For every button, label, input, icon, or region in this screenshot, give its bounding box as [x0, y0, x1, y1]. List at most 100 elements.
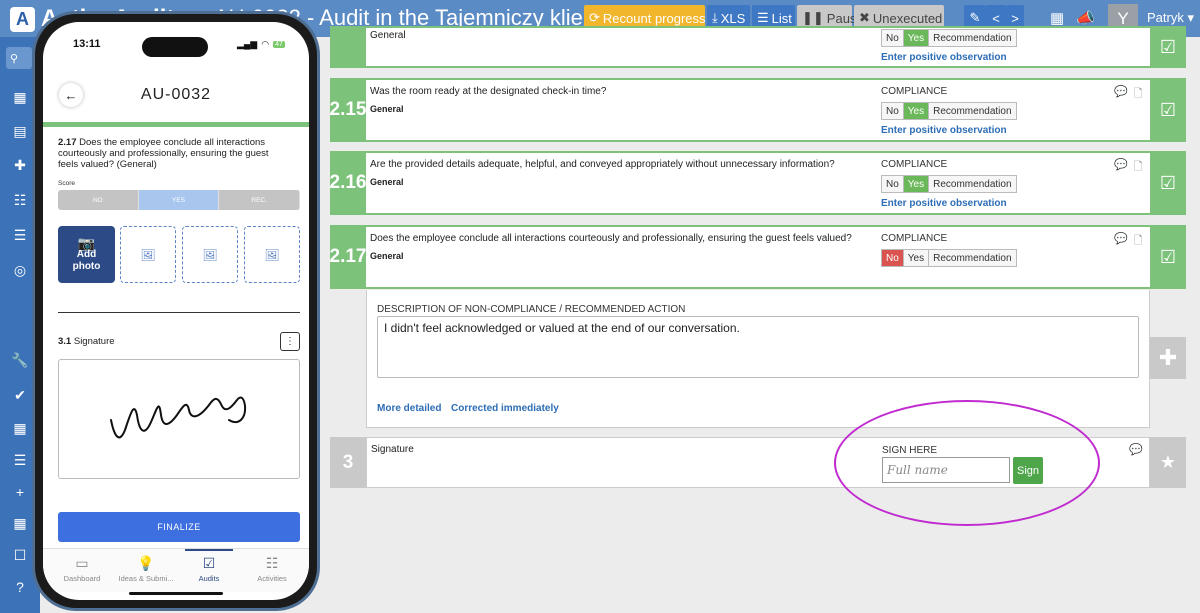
- close-icon: ✖: [859, 10, 870, 25]
- question-row-partial: General No Yes Recommendation Enter posi…: [330, 26, 1186, 68]
- status-icons: ▂▄▆ ◠ 47: [237, 39, 285, 50]
- megaphone-icon[interactable]: 📣: [1076, 9, 1095, 27]
- document-icon[interactable]: 🗋: [1134, 158, 1143, 177]
- option-yes[interactable]: Yes: [903, 30, 930, 46]
- phone-screen: 13:11 ▂▄▆ ◠ 47 ← AU-0032 2.17 Does the e…: [43, 22, 309, 600]
- question-section: General: [370, 177, 404, 187]
- comment-icon[interactable]: 💬: [1129, 443, 1143, 456]
- mobile-question: 2.17 Does the employee conclude all inte…: [58, 137, 288, 170]
- question-section: General: [370, 104, 404, 114]
- progress-bar: [43, 122, 309, 127]
- dashboard-icon: ▭: [75, 555, 89, 571]
- more-options-icon[interactable]: ⋮: [280, 332, 300, 351]
- question-row: 2.15 Was the room ready at the designate…: [330, 78, 1186, 142]
- option-no[interactable]: No: [882, 30, 904, 46]
- score-rec[interactable]: REC.: [219, 190, 300, 210]
- option-no[interactable]: No: [882, 176, 904, 192]
- option-no[interactable]: No: [882, 250, 904, 266]
- mobile-signature-label: 3.1 Signature: [58, 336, 115, 347]
- positive-observation-link[interactable]: Enter positive observation: [881, 52, 1007, 63]
- checkbox-icon: ☑: [202, 555, 216, 571]
- star-icon[interactable]: ★: [1150, 437, 1186, 488]
- checkbox-checked-icon[interactable]: ☑: [1150, 151, 1186, 215]
- option-yes[interactable]: Yes: [903, 250, 930, 266]
- score-yes[interactable]: YES: [138, 190, 220, 210]
- noncompliance-textarea[interactable]: I didn't feel acknowledged or valued at …: [377, 316, 1139, 378]
- divider: [58, 312, 300, 313]
- mobile-question-text: Does the employee conclude all interacti…: [58, 137, 269, 170]
- score-label: Score: [58, 180, 75, 187]
- question-section: General: [370, 251, 404, 261]
- option-no[interactable]: No: [882, 103, 904, 119]
- option-recommendation[interactable]: Recommendation: [929, 250, 1016, 266]
- refresh-icon: ⟳: [589, 10, 600, 25]
- noncompliance-label: DESCRIPTION OF NON-COMPLIANCE / RECOMMEN…: [377, 304, 686, 315]
- signature-pad[interactable]: [58, 359, 300, 479]
- image-icon: 🖼: [202, 247, 218, 262]
- question-text: Was the room ready at the designated che…: [370, 86, 607, 97]
- option-yes[interactable]: Yes: [903, 176, 930, 192]
- checkbox-checked-icon[interactable]: ☑: [1150, 26, 1186, 68]
- image-icon: 🖼: [140, 247, 156, 262]
- home-indicator: [129, 592, 223, 595]
- photo-slot[interactable]: 🖼: [244, 226, 300, 283]
- dynamic-island: [142, 37, 208, 57]
- question-number: 2.15: [330, 78, 367, 142]
- lightbulb-icon: 💡: [137, 555, 155, 571]
- camera-icon: 📷: [77, 234, 96, 251]
- status-time: 13:11: [73, 38, 101, 50]
- question-row: 2.17 Does the employee conclude all inte…: [330, 225, 1186, 289]
- tab-activities[interactable]: ☷ Activities: [239, 555, 305, 583]
- grid-icon[interactable]: ▦: [1050, 9, 1064, 27]
- option-recommendation[interactable]: Recommendation: [929, 103, 1016, 119]
- comment-icon[interactable]: 💬: [1114, 85, 1128, 104]
- option-yes[interactable]: Yes: [903, 103, 930, 119]
- sidebar-search[interactable]: ⚲: [6, 47, 32, 69]
- tab-ideas[interactable]: 💡 Ideas & Submi...: [113, 555, 179, 583]
- finalize-button[interactable]: FINALIZE: [58, 512, 300, 542]
- compliance-label: COMPLIANCE: [881, 233, 948, 244]
- mobile-tab-bar: ▭ Dashboard 💡 Ideas & Submi... ☑ Audits …: [43, 548, 309, 592]
- pencil-icon: ✎: [969, 10, 981, 25]
- user-menu[interactable]: Patryk ▾: [1147, 10, 1194, 26]
- question-card: General No Yes Recommendation Enter posi…: [366, 26, 1150, 68]
- question-number: 2.17: [330, 225, 367, 289]
- phone-frame: 13:11 ▂▄▆ ◠ 47 ← AU-0032 2.17 Does the e…: [32, 11, 320, 611]
- compliance-selector[interactable]: No Yes Recommendation: [881, 175, 1017, 193]
- photo-slot[interactable]: 🖼: [182, 226, 238, 283]
- document-icon[interactable]: 🗋: [1134, 232, 1143, 251]
- more-detailed-link[interactable]: More detailed: [377, 403, 441, 414]
- tab-dashboard[interactable]: ▭ Dashboard: [49, 555, 115, 583]
- add-icon[interactable]: ✚: [1150, 337, 1186, 379]
- positive-observation-link[interactable]: Enter positive observation: [881, 198, 1007, 209]
- document-icon[interactable]: 🗋: [1134, 85, 1143, 104]
- checkbox-checked-icon[interactable]: ☑: [1150, 225, 1186, 289]
- comment-icon[interactable]: 💬: [1114, 232, 1128, 251]
- highlight-ellipse: [834, 400, 1100, 526]
- active-tab-indicator: [185, 549, 233, 551]
- corrected-immediately-link[interactable]: Corrected immediately: [451, 403, 559, 414]
- signature-drawing: [110, 396, 247, 439]
- score-no[interactable]: NO: [58, 190, 139, 210]
- compliance-selector[interactable]: No Yes Recommendation: [881, 249, 1017, 267]
- compliance-selector[interactable]: No Yes Recommendation: [881, 102, 1017, 120]
- compliance-label: COMPLIANCE: [881, 159, 948, 170]
- signature-number: 3: [330, 437, 366, 488]
- comment-icon[interactable]: 💬: [1114, 158, 1128, 177]
- mobile-question-number: 2.17: [58, 137, 77, 148]
- question-card: Are the provided details adequate, helpf…: [366, 151, 1150, 215]
- question-text: Are the provided details adequate, helpf…: [370, 159, 835, 170]
- option-recommendation[interactable]: Recommendation: [929, 30, 1016, 46]
- option-recommendation[interactable]: Recommendation: [929, 176, 1016, 192]
- question-text: Does the employee conclude all interacti…: [370, 233, 852, 244]
- battery-icon: 47: [273, 41, 285, 48]
- tab-audits[interactable]: ☑ Audits: [176, 555, 242, 583]
- score-selector[interactable]: NO YES REC.: [58, 190, 300, 210]
- checkbox-checked-icon[interactable]: ☑: [1150, 78, 1186, 142]
- download-icon: ⤓: [712, 10, 718, 25]
- question-icons: 💬 🗋: [1114, 158, 1143, 177]
- compliance-selector[interactable]: No Yes Recommendation: [881, 29, 1017, 47]
- positive-observation-link[interactable]: Enter positive observation: [881, 125, 1007, 136]
- photo-slot[interactable]: 🖼: [120, 226, 176, 283]
- add-photo-button[interactable]: 📷 Add photo: [58, 226, 115, 283]
